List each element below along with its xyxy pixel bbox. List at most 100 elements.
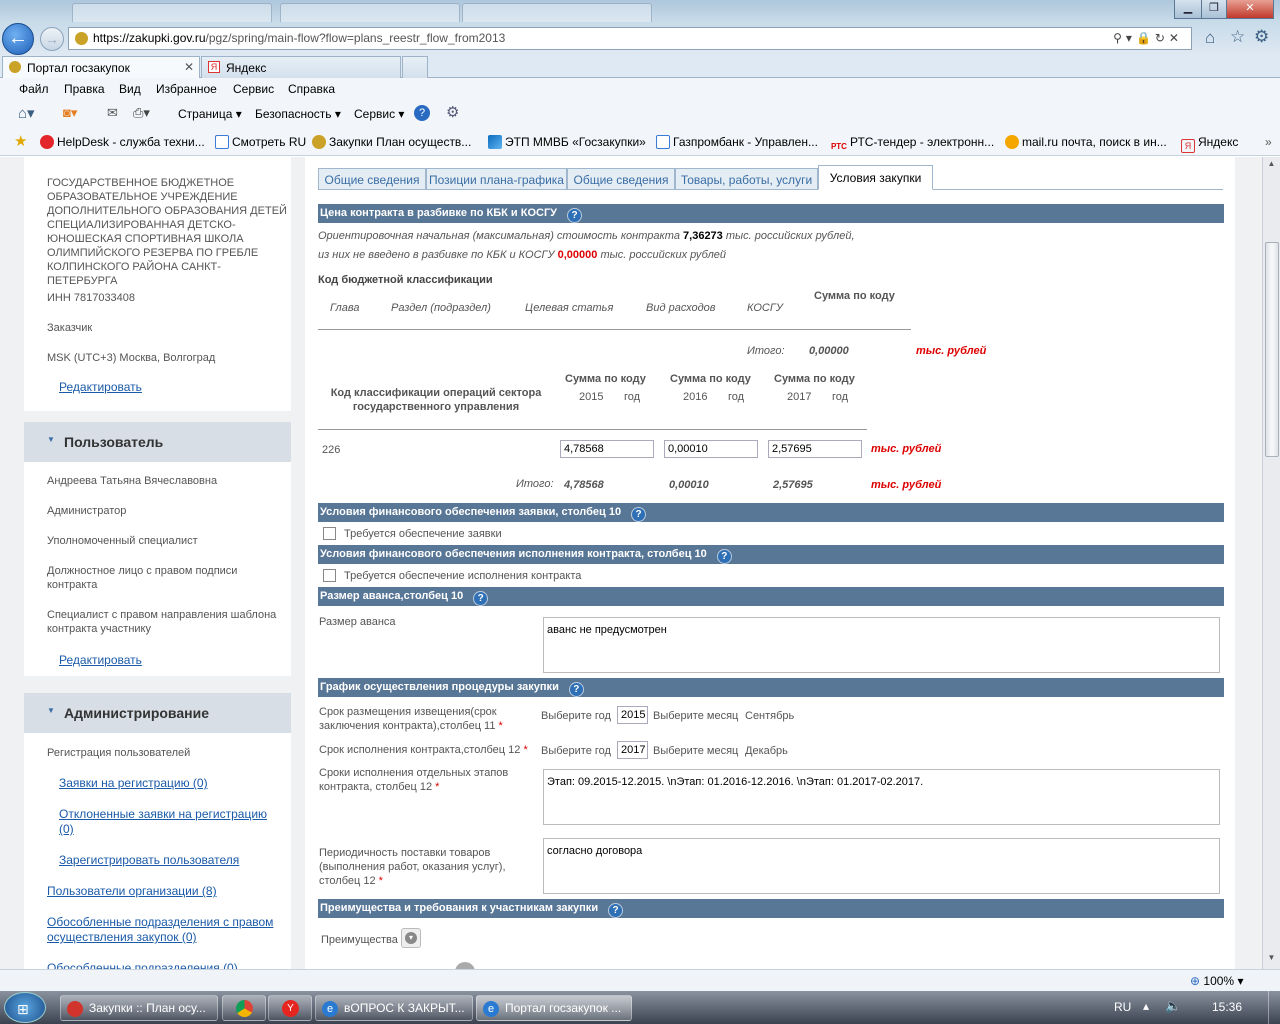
notice-year-input[interactable]: 2015 xyxy=(617,706,648,724)
scroll-down-icon[interactable]: ▼ xyxy=(1264,953,1279,967)
contract-year-input[interactable]: 2017 xyxy=(617,741,648,759)
clock[interactable]: 15:36 xyxy=(1212,1000,1242,1014)
tab-goods-works-services[interactable]: Товары, работы, услуги xyxy=(675,168,818,190)
taskbar-item-plans[interactable]: Закупки :: План осу... xyxy=(60,995,218,1021)
close-tab-icon[interactable]: ✕ xyxy=(184,60,194,74)
show-desktop-button[interactable] xyxy=(1268,991,1280,1024)
register-user-link[interactable]: Зарегистрировать пользователя xyxy=(59,853,239,868)
address-input[interactable]: https://zakupki.gov.ru/pgz/spring/main-f… xyxy=(68,27,1192,50)
fav-zakupki[interactable]: Закупки План осуществ... xyxy=(312,135,471,149)
organization-role: Заказчик xyxy=(47,322,93,334)
sum-2016-header: Сумма по коду xyxy=(670,373,751,385)
fav-mailru[interactable]: mail.ru почта, поиск в ин... xyxy=(1005,135,1167,149)
home-icon[interactable]: ⌂ xyxy=(1205,28,1215,48)
home-icon[interactable]: ⌂▾ xyxy=(18,104,35,122)
registration-requests-link[interactable]: Заявки на регистрацию (0) xyxy=(59,776,208,791)
fav-helpdesk[interactable]: HelpDesk - служба техни... xyxy=(40,135,205,149)
contract-month-value[interactable]: Декабрь xyxy=(745,744,788,758)
favorites-star-icon[interactable]: ☆ xyxy=(1230,27,1245,47)
tools-menu[interactable]: Сервис ▾ xyxy=(354,107,404,121)
rejected-requests-link[interactable]: Отклоненные заявки на регистрацию (0) xyxy=(59,807,279,837)
tab-yandex[interactable]: Я Яндекс xyxy=(201,56,401,78)
scroll-up-icon[interactable]: ▲ xyxy=(1264,159,1279,173)
separate-divisions-link[interactable]: Обособленные подразделения (0) xyxy=(47,961,238,969)
fav-smotret[interactable]: Смотреть RU xyxy=(215,135,306,149)
opera-icon xyxy=(67,1001,83,1017)
stages-textarea[interactable]: Этап: 09.2015-12.2015. \nЭтап: 01.2016-1… xyxy=(543,769,1220,825)
edit-user-link[interactable]: Редактировать xyxy=(59,653,142,668)
rss-feed-icon[interactable]: ◙▾ xyxy=(63,105,77,121)
help-icon[interactable]: ? xyxy=(631,507,647,522)
mail-icon[interactable]: ✉ xyxy=(107,105,118,121)
back-button[interactable]: ← xyxy=(2,23,34,55)
user-section-header[interactable]: ▼ Пользователь xyxy=(24,422,291,462)
minimize-button[interactable]: ▁ xyxy=(1174,0,1202,19)
admin-section-header[interactable]: ▼ Администрирование xyxy=(24,693,291,733)
zoom-control[interactable]: ⊕ 100% ▾ xyxy=(1190,974,1243,988)
favorites-center-icon[interactable]: ★ xyxy=(14,132,27,150)
favbar-overflow-icon[interactable]: » xyxy=(1265,135,1272,149)
edit-organization-link[interactable]: Редактировать xyxy=(59,380,142,395)
expand-toggle-icon[interactable] xyxy=(455,962,475,969)
help-icon[interactable]: ? xyxy=(473,591,489,606)
kosgu-2015-input[interactable]: 4,78568 xyxy=(560,440,654,458)
page-menu[interactable]: Страница ▾ xyxy=(178,107,242,121)
tab-portal[interactable]: Портал госзакупок ✕ xyxy=(2,56,200,78)
menu-help[interactable]: Справка xyxy=(288,82,335,96)
taskbar-yandex[interactable]: Y xyxy=(268,995,312,1021)
menu-tools[interactable]: Сервис xyxy=(233,82,274,96)
year-2017: 2017 xyxy=(787,391,812,403)
delivery-period-textarea[interactable]: согласно договора xyxy=(543,838,1220,894)
menu-favorites[interactable]: Избранное xyxy=(156,82,217,96)
research-gear-icon[interactable]: ⚙ xyxy=(446,103,459,121)
kosgu-2016-input[interactable]: 0,00010 xyxy=(664,440,758,458)
address-actions-icon[interactable]: ⚲▾🔒↻✕ xyxy=(1113,28,1183,49)
tools-gear-icon[interactable]: ⚙ xyxy=(1254,27,1269,47)
notice-month-value[interactable]: Сентябрь xyxy=(745,709,794,723)
help-icon[interactable]: ? xyxy=(567,208,583,223)
help-icon[interactable]: ? xyxy=(716,549,732,564)
tab-plan-positions[interactable]: Позиции плана-графика xyxy=(426,168,567,190)
forward-button[interactable]: → xyxy=(40,27,64,51)
fav-label: Закупки План осуществ... xyxy=(329,135,472,149)
price-line-1: Ориентировочная начальная (максимальная)… xyxy=(318,230,855,242)
menu-file[interactable]: Файл xyxy=(19,82,49,96)
close-window-button[interactable]: ✕ xyxy=(1226,0,1274,19)
windows-taskbar: ⊞ Закупки :: План осу... Y e вОПРОС К ЗАК… xyxy=(0,991,1280,1024)
scroll-thumb[interactable] xyxy=(1265,242,1279,457)
admin-section-title: Администрирование xyxy=(64,705,209,721)
fav-etp-mmvb[interactable]: ЭТП ММВБ «Госзакупки» xyxy=(488,135,646,149)
taskbar-item-question[interactable]: e вОПРОС К ЗАКРЫТ... xyxy=(315,995,473,1021)
organization-users-link[interactable]: Пользователи организации (8) xyxy=(47,884,217,899)
vertical-scrollbar[interactable]: ▲ ▼ xyxy=(1262,157,1280,969)
security-menu[interactable]: Безопасность ▾ xyxy=(255,107,341,121)
tray-arrow-icon[interactable]: ▴ xyxy=(1143,999,1149,1013)
menu-edit[interactable]: Правка xyxy=(64,82,105,96)
new-tab-button[interactable] xyxy=(402,56,428,78)
help-icon[interactable]: ? xyxy=(568,682,584,697)
taskbar-item-portal[interactable]: e Портал госзакупок ... xyxy=(476,995,632,1021)
fav-gazprombank[interactable]: Газпромбанк - Управлен... xyxy=(656,135,818,149)
expand-toggle-icon[interactable]: ▾ xyxy=(401,928,421,948)
advance-textarea[interactable]: аванс не предусмотрен xyxy=(543,617,1220,673)
taskbar-chrome[interactable] xyxy=(222,995,266,1021)
volume-icon[interactable]: 🔈 xyxy=(1165,998,1181,1014)
print-icon[interactable]: ⎙▾ xyxy=(133,105,150,121)
kosgu-2017-input[interactable]: 2,57695 xyxy=(768,440,862,458)
help-icon[interactable]: ? xyxy=(414,105,430,121)
menu-view[interactable]: Вид xyxy=(119,82,141,96)
language-indicator[interactable]: RU xyxy=(1114,1000,1131,1014)
tab-general-info-2[interactable]: Общие сведения xyxy=(567,168,675,190)
start-button[interactable]: ⊞ xyxy=(4,992,46,1023)
contract-security-checkbox[interactable] xyxy=(323,569,336,582)
tab-general-info[interactable]: Общие сведения xyxy=(318,168,426,190)
help-icon[interactable]: ? xyxy=(608,903,624,918)
separate-divisions-purchasing-link[interactable]: Обособленные подразделения с правом осущ… xyxy=(47,915,287,945)
fav-rts[interactable]: РТС РТС-тендер - электронн... xyxy=(831,135,994,154)
bid-security-checkbox[interactable] xyxy=(323,527,336,540)
required-star: * xyxy=(378,875,383,887)
tab-purchase-conditions[interactable]: Условия закупки xyxy=(818,165,933,190)
fav-yandex[interactable]: Я Яндекс xyxy=(1181,135,1238,153)
url-prefix: https://zakupki.gov.ru xyxy=(93,31,206,45)
maximize-button[interactable]: ❐ xyxy=(1201,0,1227,19)
